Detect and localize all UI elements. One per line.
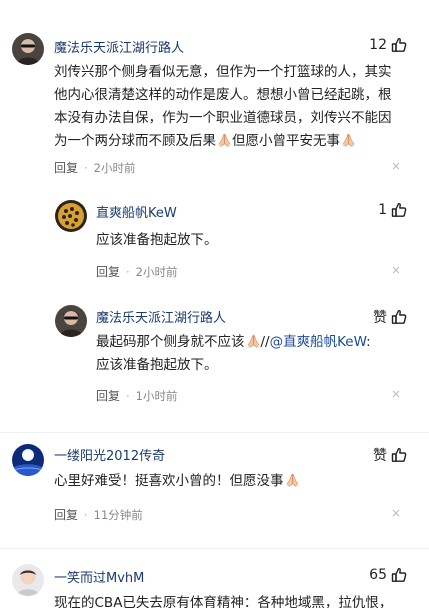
avatar[interactable] — [12, 33, 44, 65]
comment-username[interactable]: 直爽船帆KeW — [96, 202, 177, 221]
comment-meta: 回复 · 2小时前 — [54, 159, 136, 176]
comment-text: 应该准备抱起放下。 — [96, 232, 218, 248]
comment-text: 现在的CBA已失去原有体育精神：各种地域黑，拉仇恨， — [54, 595, 393, 608]
comment-username[interactable]: 魔法乐天派江湖行路人 — [54, 37, 184, 56]
reply-button[interactable]: 回复 — [54, 159, 78, 176]
comment-username[interactable]: 一笑而过MvhM — [54, 567, 144, 586]
praying-hands-emoji — [217, 132, 232, 148]
comment-meta: 回复 · 2小时前 — [96, 263, 178, 280]
comment-username[interactable]: 一缕阳光2012传奇 — [54, 445, 165, 464]
mention-link[interactable]: @直爽船帆KeW — [270, 334, 367, 350]
like-button[interactable]: 赞 — [373, 307, 407, 327]
close-icon[interactable]: × — [391, 387, 401, 401]
thumbs-up-icon — [391, 202, 407, 218]
reply-button[interactable]: 回复 — [96, 387, 120, 404]
praying-hands-emoji — [341, 132, 356, 148]
comment-item: 一缕阳光2012传奇 赞 心里好难受！挺喜欢小曾的！但愿没事 回复 · 11分钟… — [0, 432, 429, 552]
close-icon[interactable]: × — [391, 506, 401, 520]
comment-item: 魔法乐天派江湖行路人 12 刘传兴那个侧身看似无意，但作为一个打篮球的人，其实 … — [0, 0, 429, 190]
reply-button[interactable]: 回复 — [54, 506, 78, 523]
comment-username[interactable]: 魔法乐天派江湖行路人 — [96, 307, 226, 326]
like-button[interactable]: 65 — [369, 567, 407, 583]
thumbs-up-icon — [391, 37, 407, 53]
comment-meta: 回复 · 11分钟前 — [54, 506, 143, 523]
avatar[interactable] — [55, 305, 87, 337]
like-label: 赞 — [373, 310, 387, 326]
avatar[interactable] — [12, 564, 44, 596]
like-label: 赞 — [373, 448, 387, 464]
comment-text: 最起码那个侧身就不应该//@直爽船帆KeW: 应该准备抱起放下。 — [96, 333, 371, 373]
comment-time: 2小时前 — [135, 264, 178, 279]
like-button[interactable]: 12 — [369, 37, 407, 53]
like-button[interactable]: 1 — [378, 202, 407, 218]
avatar[interactable] — [55, 200, 87, 232]
like-count: 12 — [369, 37, 387, 53]
reply-item: 魔法乐天派江湖行路人 赞 最起码那个侧身就不应该//@直爽船帆KeW: 应该准备… — [0, 290, 429, 430]
thumbs-up-icon — [391, 567, 407, 583]
comment-text: 心里好难受！挺喜欢小曾的！但愿没事 — [54, 470, 416, 493]
reply-item: 直爽船帆KeW 1 应该准备抱起放下。 回复 · 2小时前 × — [0, 190, 429, 290]
comment-time: 2小时前 — [93, 160, 136, 175]
comment-time: 11分钟前 — [93, 507, 143, 522]
thumbs-up-icon — [391, 447, 407, 463]
praying-hands-emoji — [246, 333, 261, 349]
avatar[interactable] — [12, 444, 44, 476]
close-icon[interactable]: × — [391, 159, 401, 173]
praying-hands-emoji — [285, 472, 300, 488]
comment-item: 一笑而过MvhM 65 现在的CBA已失去原有体育精神：各种地域黑，拉仇恨， — [0, 548, 429, 608]
like-count: 65 — [369, 567, 387, 583]
reply-button[interactable]: 回复 — [96, 263, 120, 280]
like-count: 1 — [378, 202, 387, 218]
comment-time: 1小时前 — [135, 388, 178, 403]
like-button[interactable]: 赞 — [373, 445, 407, 465]
comment-text: 刘传兴那个侧身看似无意，但作为一个打篮球的人，其实 他内心很清楚这样的动作是废人… — [54, 64, 392, 149]
thumbs-up-icon — [391, 309, 407, 325]
comment-meta: 回复 · 1小时前 — [96, 387, 178, 404]
close-icon[interactable]: × — [391, 263, 401, 277]
